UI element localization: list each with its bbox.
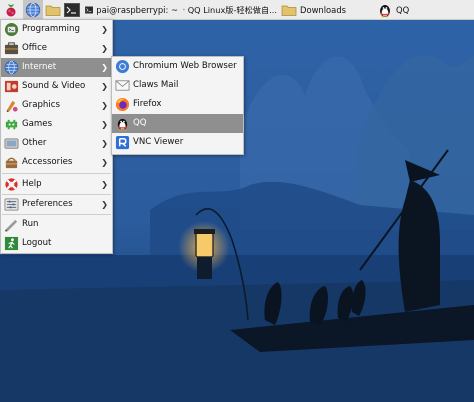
games-icon	[5, 119, 18, 130]
preferences-icon	[4, 198, 19, 211]
chevron-right-icon: ❯	[101, 25, 108, 34]
taskbar-window-title: QQ Linux版-轻松做自...	[187, 4, 277, 15]
raspberry-pi-logo-icon	[6, 3, 16, 16]
vnc-viewer-icon	[115, 135, 130, 150]
chevron-right-icon: ❯	[101, 139, 108, 148]
menu-item-label: Preferences	[22, 199, 73, 209]
menu-item-label: Other	[22, 138, 47, 148]
terminal-icon	[85, 5, 94, 14]
submenu-item-chromium[interactable]: Chromium Web Browser	[112, 57, 243, 76]
internet-globe-icon	[4, 60, 19, 75]
menu-item-label: Claws Mail	[133, 80, 179, 90]
office-icon	[4, 42, 19, 55]
menu-item-label: Office	[22, 43, 48, 53]
folder-icon	[45, 5, 61, 16]
qq-penguin-icon	[117, 118, 128, 131]
file-manager-launcher[interactable]	[43, 0, 63, 19]
qq-penguin-icon	[380, 4, 390, 17]
menu-item-internet[interactable]: Internet ❯	[1, 58, 112, 77]
internet-submenu: Chromium Web Browser Claws Mail Firefox …	[111, 56, 244, 155]
menu-item-label: Graphics	[22, 100, 60, 110]
chevron-right-icon: ❯	[101, 180, 108, 189]
application-menu: Programming ❯ Office ❯ Internet ❯ Sound …	[0, 19, 113, 254]
globe-icon	[25, 2, 41, 17]
submenu-item-qq[interactable]: QQ	[112, 114, 243, 133]
run-icon	[4, 219, 18, 232]
taskbar-window-terminal[interactable]: pai@raspberrypi: ~	[84, 0, 178, 19]
menu-item-run[interactable]: Run	[1, 215, 112, 234]
menu-item-office[interactable]: Office ❯	[1, 39, 112, 58]
taskbar: pai@raspberrypi: ~ QQ Linux版-轻松做自... Dow…	[0, 0, 474, 20]
menu-item-help[interactable]: Help ❯	[1, 175, 112, 194]
menu-item-label: QQ	[133, 118, 147, 128]
taskbar-window-downloads[interactable]: Downloads	[280, 0, 372, 19]
chevron-right-icon: ❯	[101, 82, 108, 91]
menu-item-games[interactable]: Games ❯	[1, 115, 112, 134]
menu-item-label: Run	[22, 219, 39, 229]
chromium-icon	[115, 59, 130, 74]
graphics-icon	[6, 100, 18, 113]
sound-video-icon	[4, 80, 19, 93]
chevron-right-icon: ❯	[101, 63, 108, 72]
menu-item-label: Programming	[22, 24, 80, 34]
chevron-right-icon: ❯	[101, 101, 108, 110]
taskbar-window-qq[interactable]: QQ	[376, 0, 416, 19]
logout-icon	[4, 236, 19, 251]
submenu-item-claws-mail[interactable]: Claws Mail	[112, 76, 243, 95]
taskbar-window-title: Downloads	[300, 4, 346, 15]
submenu-item-firefox[interactable]: Firefox	[112, 95, 243, 114]
menu-item-label: Internet	[22, 62, 57, 72]
chevron-right-icon: ❯	[101, 158, 108, 167]
taskbar-window-qq-browser[interactable]: QQ Linux版-轻松做自...	[181, 0, 277, 19]
menu-item-logout[interactable]: Logout	[1, 234, 112, 253]
menu-item-programming[interactable]: Programming ❯	[1, 20, 112, 39]
menu-item-label: Chromium Web Browser	[133, 61, 237, 71]
menu-item-sound-video[interactable]: Sound & Video ❯	[1, 77, 112, 96]
chevron-right-icon: ❯	[101, 200, 108, 209]
programming-icon	[4, 22, 19, 37]
menu-item-other[interactable]: Other ❯	[1, 134, 112, 153]
menu-item-accessories[interactable]: Accessories ❯	[1, 153, 112, 172]
other-icon	[4, 138, 19, 149]
menu-separator	[2, 173, 111, 174]
chevron-right-icon: ❯	[101, 44, 108, 53]
web-browser-launcher[interactable]	[23, 0, 43, 19]
menu-item-label: Help	[22, 179, 42, 189]
menu-item-label: Sound & Video	[22, 81, 86, 91]
help-lifebuoy-icon	[5, 178, 18, 191]
firefox-icon	[115, 97, 130, 112]
menu-item-label: VNC Viewer	[133, 137, 184, 147]
taskbar-window-title: pai@raspberrypi: ~	[96, 4, 178, 15]
terminal-launcher[interactable]	[62, 0, 82, 19]
mail-envelope-icon	[115, 80, 130, 91]
menu-item-label: Logout	[22, 238, 52, 248]
taskbar-window-title: QQ	[396, 4, 410, 15]
menu-item-label: Accessories	[22, 157, 73, 167]
menu-item-label: Games	[22, 119, 53, 129]
chromium-icon	[183, 8, 185, 11]
menu-item-graphics[interactable]: Graphics ❯	[1, 96, 112, 115]
menu-item-preferences[interactable]: Preferences ❯	[1, 195, 112, 214]
menu-item-label: Firefox	[133, 99, 162, 109]
terminal-icon	[64, 2, 80, 17]
raspberry-menu-button[interactable]	[1, 0, 21, 19]
chevron-right-icon: ❯	[101, 120, 108, 129]
submenu-item-vnc-viewer[interactable]: VNC Viewer	[112, 133, 243, 152]
folder-icon	[281, 5, 297, 16]
accessories-icon	[5, 157, 18, 169]
